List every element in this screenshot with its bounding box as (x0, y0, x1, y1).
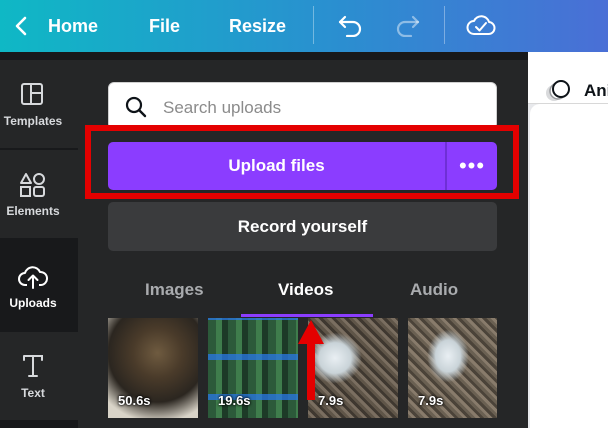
active-tab-indicator (241, 314, 373, 317)
rail-item-elements[interactable]: Elements (0, 150, 78, 238)
upload-files-button[interactable]: Upload files (108, 142, 445, 190)
home-button[interactable]: Home (48, 15, 98, 37)
rail-label: Templates (3, 114, 63, 128)
canvas-toolbar: Ani (528, 52, 608, 104)
video-thumbnail[interactable]: 19.6s (208, 318, 298, 418)
side-rail: Templates Elements Uploads Text (0, 60, 78, 428)
record-yourself-button[interactable]: Record yourself (108, 202, 497, 251)
red-arrow-annotation (296, 318, 326, 407)
elements-icon (19, 172, 45, 197)
tab-videos[interactable]: Videos (278, 280, 333, 300)
rail-item-text[interactable]: Text (0, 332, 78, 420)
rail-label: Text (21, 386, 45, 400)
search-input[interactable]: Search uploads (163, 98, 281, 118)
tab-images[interactable]: Images (145, 280, 204, 300)
canvas-page[interactable] (530, 104, 608, 428)
back-chevron-icon[interactable] (14, 15, 28, 37)
video-thumbnail[interactable]: 50.6s (108, 318, 198, 418)
more-options-button[interactable]: ••• (447, 142, 497, 190)
resize-button[interactable]: Resize (229, 15, 286, 37)
animate-label[interactable]: Ani (584, 81, 608, 101)
rail-label: Uploads (9, 296, 57, 310)
divider (444, 6, 445, 44)
video-duration: 7.9s (418, 393, 444, 408)
video-thumbnail[interactable]: 7.9s (408, 318, 497, 418)
search-box[interactable]: Search uploads (108, 82, 497, 130)
more-dots-icon: ••• (458, 153, 486, 178)
tab-audio[interactable]: Audio (410, 280, 458, 300)
redo-icon[interactable] (395, 13, 421, 37)
rail-label: Elements (6, 204, 60, 218)
templates-icon (20, 82, 43, 106)
search-icon (125, 96, 147, 123)
uploads-icon (18, 264, 48, 289)
top-bar: Home File Resize (0, 0, 608, 52)
text-icon (22, 354, 44, 378)
divider (313, 6, 314, 44)
rail-item-uploads[interactable]: Uploads (0, 242, 78, 330)
file-menu[interactable]: File (149, 15, 180, 37)
video-duration: 50.6s (118, 393, 151, 408)
cloud-saved-icon[interactable] (466, 12, 496, 38)
rail-item-templates[interactable]: Templates (0, 60, 78, 148)
video-duration: 19.6s (218, 393, 251, 408)
undo-icon[interactable] (337, 13, 363, 37)
